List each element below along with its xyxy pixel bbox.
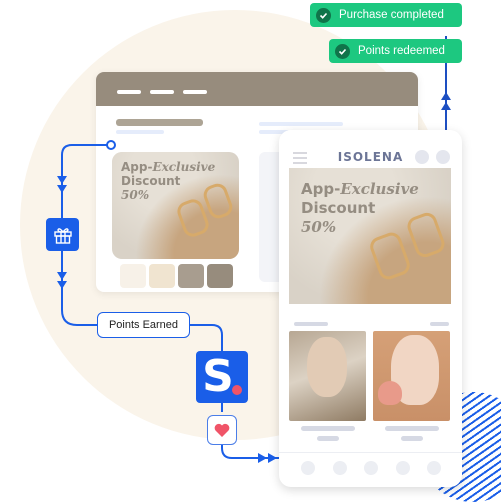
brand-name: ISOLENA [337, 150, 404, 164]
tab-bar-item[interactable] [427, 461, 441, 475]
purchase-completed-badge: Purchase completed [310, 3, 462, 27]
promo-text: App-Exclusive Discount 50% [301, 180, 419, 237]
arrow-right [258, 453, 267, 463]
check-icon [335, 43, 350, 59]
gift-node[interactable] [46, 218, 79, 251]
tab-bar-item[interactable] [396, 461, 410, 475]
arrow-up [441, 92, 451, 100]
product-name-placeholder [385, 426, 439, 431]
arrow-down [57, 272, 67, 280]
brand-logo[interactable]: S [196, 351, 248, 403]
flow-start-node [106, 140, 116, 150]
arrow-down [57, 185, 67, 193]
promo-line: Discount [301, 199, 376, 217]
tab-bar-item[interactable] [301, 461, 315, 475]
product-photo[interactable] [373, 331, 450, 421]
logo-letter: S [202, 351, 234, 402]
cart-icon[interactable] [436, 150, 450, 164]
logo-dot [232, 385, 242, 395]
arrow-right [268, 453, 277, 463]
product-price-placeholder [401, 436, 423, 441]
points-redeemed-badge: Points redeemed [329, 39, 462, 63]
heart-icon [214, 423, 230, 437]
heart-node[interactable] [207, 415, 237, 445]
product-photo[interactable] [289, 331, 366, 421]
earring [378, 381, 402, 405]
product-name-placeholder [301, 426, 355, 431]
badge-label: Points redeemed [358, 45, 445, 57]
badge-label: Purchase completed [339, 9, 444, 21]
account-icon[interactable] [415, 150, 429, 164]
promo-line: App- [301, 180, 341, 198]
arrow-down [57, 281, 67, 289]
phone-mockup: ISOLENA App-Exclusive Discount 50% [279, 130, 462, 487]
gift-icon [53, 227, 72, 244]
promo-line-italic: Exclusive [340, 180, 419, 198]
tab-bar-item[interactable] [364, 461, 378, 475]
promo-discount: 50% [301, 218, 337, 236]
check-icon [316, 7, 331, 23]
points-earned-label: Points Earned [97, 312, 190, 338]
section-title-placeholder [294, 322, 328, 326]
product-price-placeholder [317, 436, 339, 441]
see-all-placeholder[interactable] [430, 322, 449, 326]
model-face [307, 337, 347, 397]
arrow-up [441, 102, 451, 110]
promo-banner[interactable]: App-Exclusive Discount 50% [289, 168, 451, 304]
flow-line [190, 324, 223, 352]
tab-bar-item[interactable] [333, 461, 347, 475]
arrow-down [57, 176, 67, 184]
divider [279, 452, 462, 453]
